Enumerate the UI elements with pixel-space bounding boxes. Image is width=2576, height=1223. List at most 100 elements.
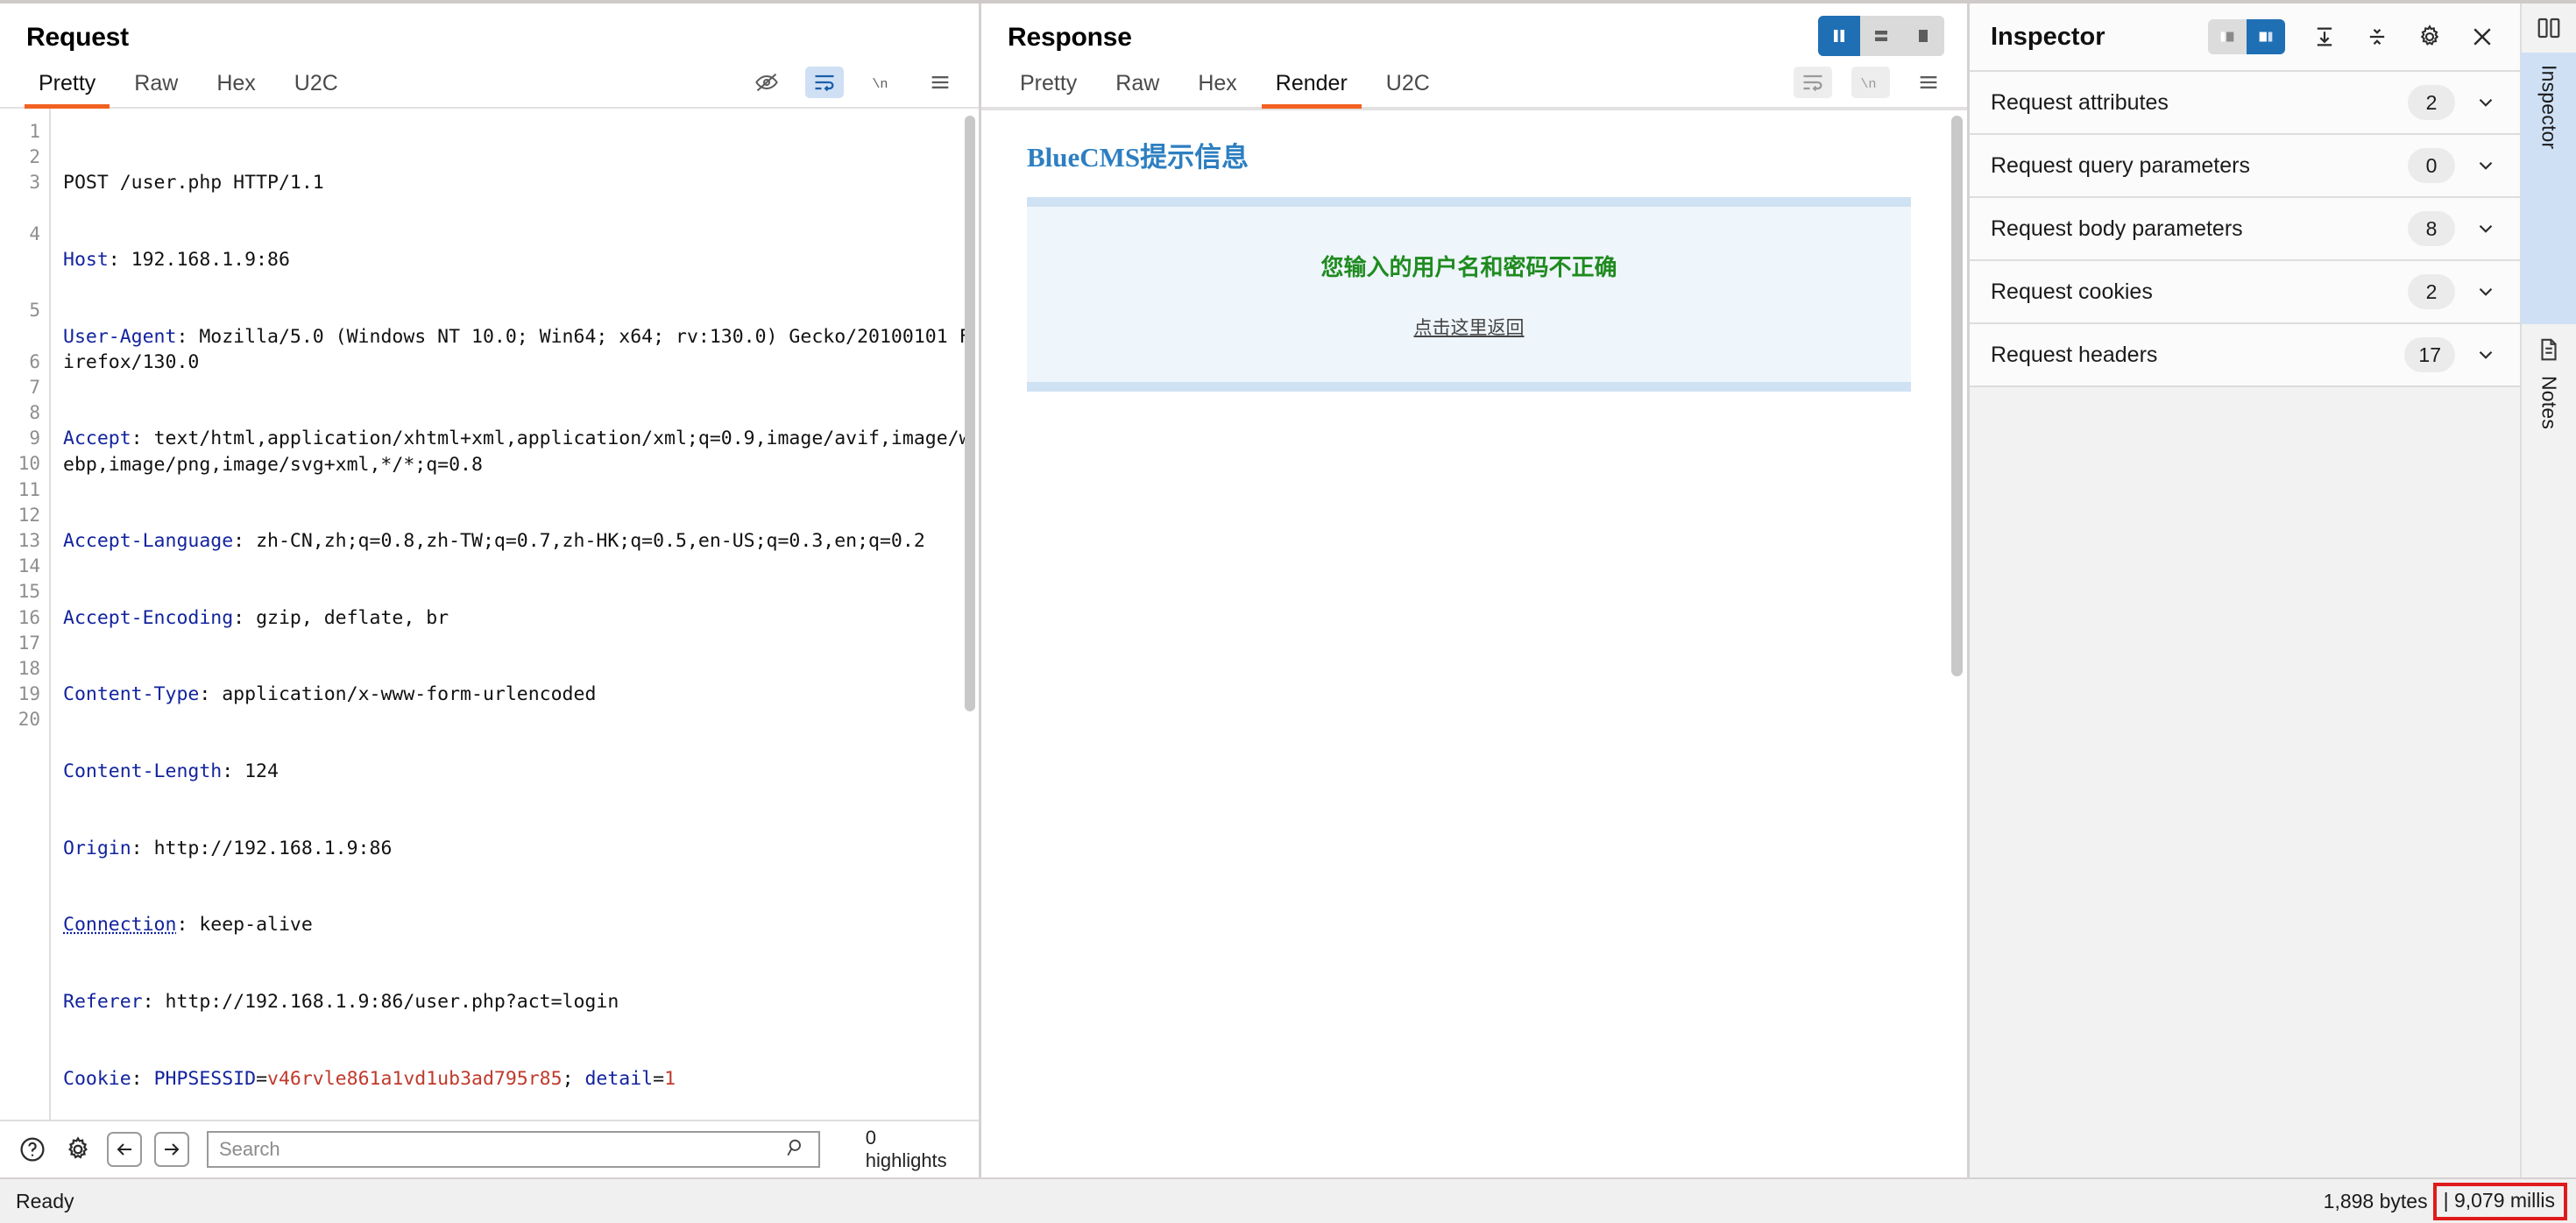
inspector-row-request-query-parameters[interactable]: Request query parameters 0 (1970, 135, 2520, 198)
chevron-down-icon[interactable] (2474, 91, 2497, 114)
tab-request-u2c[interactable]: U2C (275, 71, 357, 107)
response-render-area: BlueCMS提示信息 您输入的用户名和密码不正确 点击这里返回 (981, 109, 1967, 1177)
inspector-count-badge: 0 (2408, 148, 2455, 183)
inspector-row-request-attributes[interactable]: Request attributes 2 (1970, 72, 2520, 135)
response-millis: 9,079 millis (2453, 1188, 2555, 1212)
request-pane: Request Pretty Raw Hex U2C \n 1 2 3 4 5 … (0, 4, 981, 1177)
main-panes: Request Pretty Raw Hex U2C \n 1 2 3 4 5 … (0, 4, 2576, 1177)
eye-off-icon[interactable] (747, 67, 786, 98)
response-tab-icons: \n (1794, 67, 1948, 107)
burp-repeater-window: Request Pretty Raw Hex U2C \n 1 2 3 4 5 … (0, 0, 2576, 1223)
message-box: 您输入的用户名和密码不正确 点击这里返回 (1027, 197, 1911, 392)
search-next-button[interactable] (153, 1132, 189, 1167)
chevron-down-icon[interactable] (2474, 217, 2497, 240)
response-scrollbar[interactable] (1951, 116, 1963, 676)
search-icon[interactable] (785, 1136, 808, 1163)
inspector-title: Inspector (1991, 22, 2105, 51)
help-icon[interactable] (16, 1133, 49, 1166)
request-editor[interactable]: 1 2 3 4 5 6 7 8 9 10 11 12 13 14 15 16 1… (0, 109, 979, 1120)
inspector-count-badge: 2 (2408, 85, 2455, 120)
request-line-1: POST /user.php HTTP/1.1 (63, 172, 324, 194)
response-tabbar: Pretty Raw Hex Render U2C \n (981, 53, 1967, 109)
gear-icon[interactable] (2411, 18, 2448, 55)
request-search-bar: 0 highlights (0, 1120, 979, 1177)
request-key-user-agent: User-Agent (63, 325, 177, 348)
request-val-accept-language: zh-CN,zh;q=0.8,zh-TW;q=0.7,zh-HK;q=0.5,e… (256, 530, 925, 553)
request-key-origin: Origin (63, 837, 131, 859)
request-val-accept-encoding: gzip, deflate, br (256, 606, 449, 629)
response-time-highlight: | 9,079 millis (2432, 1182, 2567, 1220)
vertical-split-icon[interactable] (1818, 16, 1860, 56)
layout-switch-group (1818, 16, 1944, 56)
panel-right-icon[interactable] (2247, 19, 2285, 54)
rail-tab-inspector[interactable]: Inspector (2521, 53, 2576, 324)
single-pane-icon[interactable] (1902, 16, 1944, 56)
status-separator: | (2443, 1188, 2449, 1212)
chevron-down-icon[interactable] (2474, 280, 2497, 303)
search-prev-button[interactable] (106, 1132, 142, 1167)
inspector-label: Request headers (1991, 342, 2158, 367)
request-val-accept: text/html,application/xhtml+xml,applicat… (63, 428, 971, 476)
word-wrap-icon[interactable] (1794, 67, 1832, 98)
gear-icon[interactable] (61, 1133, 95, 1166)
rail-tab-notes[interactable]: Notes (2521, 324, 2576, 534)
tab-response-pretty[interactable]: Pretty (1001, 71, 1096, 107)
request-tabbar: Pretty Raw Hex U2C \n (0, 53, 979, 109)
inspector-row-request-body-parameters[interactable]: Request body parameters 8 (1970, 198, 2520, 261)
tab-request-pretty[interactable]: Pretty (19, 71, 115, 109)
request-key-accept-encoding: Accept-Encoding (63, 606, 234, 629)
expand-all-icon[interactable] (2306, 18, 2343, 55)
rail-label-notes: Notes (2537, 376, 2561, 430)
menu-icon[interactable] (1909, 67, 1948, 98)
search-input[interactable] (218, 1138, 785, 1161)
collapse-all-icon[interactable] (2359, 18, 2396, 55)
notes-icon (2536, 336, 2562, 367)
tab-response-hex[interactable]: Hex (1178, 71, 1256, 107)
request-key-cookie: Cookie (63, 1067, 131, 1090)
tab-response-render[interactable]: Render (1256, 71, 1367, 109)
search-input-wrapper[interactable] (206, 1131, 820, 1168)
word-wrap-icon[interactable] (805, 67, 844, 98)
page-title: BlueCMS提示信息 (1027, 142, 1249, 173)
request-val-origin: http://192.168.1.9:86 (153, 837, 393, 859)
inspector-row-request-cookies[interactable]: Request cookies 2 (1970, 261, 2520, 324)
request-val-content-length: 124 (244, 760, 279, 783)
request-scrollbar[interactable] (965, 116, 975, 711)
request-key-content-length: Content-Length (63, 760, 223, 783)
tab-response-raw[interactable]: Raw (1096, 71, 1178, 107)
return-link[interactable]: 点击这里返回 (1414, 314, 1525, 340)
newline-icon[interactable]: \n (1851, 67, 1890, 98)
request-val-user-agent: Mozilla/5.0 (Windows NT 10.0; Win64; x64… (63, 325, 971, 373)
close-icon[interactable] (2464, 18, 2501, 55)
request-pane-title: Request (26, 23, 129, 52)
inspector-count-badge: 17 (2404, 337, 2455, 372)
inspector-label: Request cookies (1991, 279, 2153, 304)
request-key-connection: Connection (63, 914, 177, 937)
tab-request-raw[interactable]: Raw (115, 71, 197, 107)
error-message: 您输入的用户名和密码不正确 (1320, 254, 1617, 280)
inspector-row-request-headers[interactable]: Request headers 17 (1970, 324, 2520, 387)
response-bytes: 1,898 bytes (2323, 1189, 2428, 1212)
right-rail: Inspector Notes (2520, 4, 2576, 1177)
svg-text:\n: \n (1860, 76, 1876, 92)
response-pane: Response Pretty Raw Hex Render U2C \n Bl… (981, 4, 1970, 1177)
tab-response-u2c[interactable]: U2C (1367, 71, 1449, 107)
newline-icon[interactable]: \n (863, 67, 902, 98)
panel-left-icon[interactable] (2208, 19, 2247, 54)
inspector-label: Request attributes (1991, 89, 2169, 115)
inspector-dock-group (2208, 19, 2285, 54)
chevron-down-icon[interactable] (2474, 343, 2497, 366)
response-header: Response Pretty Raw Hex Render U2C \n (981, 4, 1967, 109)
chevron-down-icon[interactable] (2474, 154, 2497, 177)
horizontal-split-icon[interactable] (1860, 16, 1902, 56)
inspector-count-badge: 8 (2408, 211, 2455, 246)
code-compare-icon[interactable] (2536, 4, 2562, 53)
status-bar: Ready 1,898 bytes | 9,079 millis (0, 1177, 2576, 1223)
request-code-area[interactable]: POST /user.php HTTP/1.1 Host: 192.168.1.… (51, 109, 979, 1120)
request-key-referer: Referer (63, 990, 143, 1013)
menu-icon[interactable] (921, 67, 959, 98)
inspector-pane: Inspector Request attributes 2 Request q… (1970, 4, 2520, 1177)
request-key-host: Host (63, 249, 109, 272)
tab-request-hex[interactable]: Hex (197, 71, 274, 107)
request-val-host: 192.168.1.9:86 (131, 249, 290, 272)
